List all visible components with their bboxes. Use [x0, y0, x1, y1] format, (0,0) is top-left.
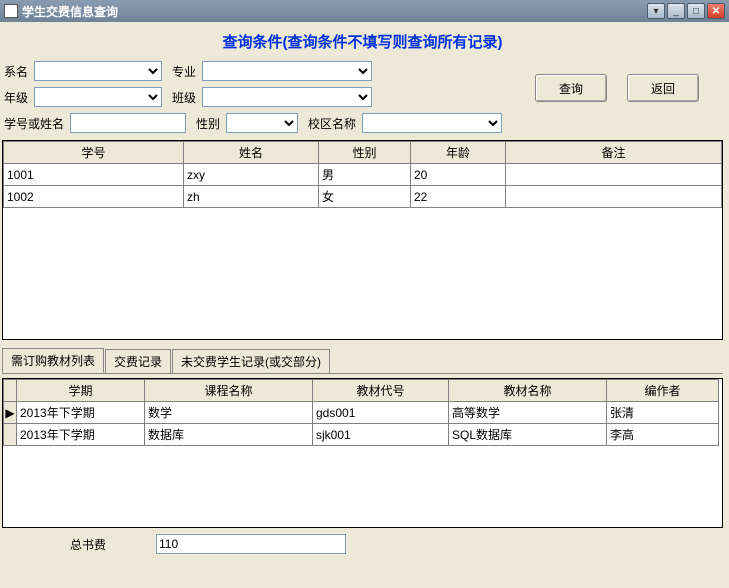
campus-label: 校区名称	[308, 115, 356, 132]
col-header[interactable]: 学号	[4, 142, 184, 164]
query-header: 查询条件(查询条件不填写则查询所有记录)	[0, 26, 725, 58]
window-title: 学生交费信息查询	[22, 3, 647, 20]
table-row[interactable]: 2013年下学期数据库sjk001SQL数据库李高	[4, 424, 719, 446]
students-grid[interactable]: 学号姓名性别年龄备注 1001zxy男201002zh女22	[2, 140, 723, 340]
col-header[interactable]: 备注	[506, 142, 722, 164]
col-header[interactable]: 教材代号	[313, 380, 449, 402]
col-header[interactable]: 教材名称	[449, 380, 607, 402]
tabs: 需订购教材列表 交费记录 未交费学生记录(或交部分)	[2, 348, 725, 373]
table-row[interactable]: ▶2013年下学期数学gds001高等数学张清	[4, 402, 719, 424]
grade-label: 年级	[4, 89, 28, 106]
menu-button[interactable]: ▾	[647, 3, 665, 19]
col-header[interactable]: 年龄	[411, 142, 506, 164]
books-grid[interactable]: 学期课程名称教材代号教材名称编作者 ▶2013年下学期数学gds001高等数学张…	[2, 378, 723, 528]
col-header[interactable]: 性别	[319, 142, 411, 164]
tab-books[interactable]: 需订购教材列表	[2, 348, 104, 373]
minimize-button[interactable]: _	[667, 3, 685, 19]
titlebar: 学生交费信息查询 ▾ _ □ ✕	[0, 0, 729, 22]
major-label: 专业	[172, 63, 196, 80]
row-marker	[4, 424, 17, 446]
dept-label: 系名	[4, 63, 28, 80]
dept-select[interactable]	[34, 61, 162, 81]
tab-payments[interactable]: 交费记录	[105, 349, 171, 373]
col-header[interactable]: 编作者	[607, 380, 719, 402]
tab-unpaid[interactable]: 未交费学生记录(或交部分)	[172, 349, 330, 373]
sex-select[interactable]	[226, 113, 298, 133]
back-button[interactable]: 返回	[627, 74, 699, 102]
idorname-label: 学号或姓名	[4, 115, 64, 132]
query-button[interactable]: 查询	[535, 74, 607, 102]
table-row[interactable]: 1001zxy男20	[4, 164, 722, 186]
total-label: 总书费	[70, 536, 106, 553]
table-row[interactable]: 1002zh女22	[4, 186, 722, 208]
app-icon	[4, 4, 18, 18]
close-button[interactable]: ✕	[707, 3, 725, 19]
sex-label: 性别	[196, 115, 220, 132]
total-input[interactable]	[156, 534, 346, 554]
class-select[interactable]	[202, 87, 372, 107]
row-marker: ▶	[4, 402, 17, 424]
maximize-button[interactable]: □	[687, 3, 705, 19]
major-select[interactable]	[202, 61, 372, 81]
grade-select[interactable]	[34, 87, 162, 107]
col-header[interactable]: 姓名	[184, 142, 319, 164]
col-header[interactable]: 课程名称	[145, 380, 313, 402]
col-header[interactable]: 学期	[17, 380, 145, 402]
campus-select[interactable]	[362, 113, 502, 133]
class-label: 班级	[172, 89, 196, 106]
idorname-input[interactable]	[70, 113, 186, 133]
